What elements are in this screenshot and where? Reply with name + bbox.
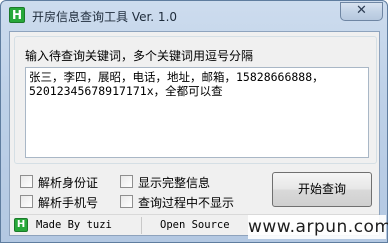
status-source: Open Source <box>160 219 230 231</box>
parse-phone-label: 解析手机号 <box>38 196 99 210</box>
app-window: H 开房信息查询工具 Ver. 1.0 ✕ 输入待查询关键词，多个关键词用逗号分… <box>0 0 388 243</box>
parse-phone-checkbox[interactable]: 解析手机号 <box>20 194 98 210</box>
parse-id-checkbox[interactable]: 解析身份证 <box>20 174 98 190</box>
hide-process-checkbox[interactable]: 查询过程中不显示 <box>120 194 234 210</box>
title-bar[interactable]: H 开房信息查询工具 Ver. 1.0 ✕ <box>1 1 388 31</box>
keywords-textarea[interactable]: 张三，李四，展昭，电话，地址，邮箱，15828666888， 520123456… <box>25 67 369 158</box>
window-title: 开房信息查询工具 Ver. 1.0 <box>32 10 178 24</box>
keyword-prompt-label: 输入待查询关键词，多个关键词用逗号分隔 <box>25 49 254 63</box>
keyword-group: 输入待查询关键词，多个关键词用逗号分隔 张三，李四，展昭，电话，地址，邮箱，15… <box>14 36 377 164</box>
start-query-button[interactable]: 开始查询 <box>272 172 372 207</box>
status-app-icon: H <box>14 218 28 232</box>
checkbox-box[interactable] <box>120 175 133 188</box>
show-full-label: 显示完整信息 <box>138 176 211 190</box>
app-icon: H <box>9 7 25 23</box>
checkbox-box[interactable] <box>20 195 33 208</box>
checkbox-box[interactable] <box>20 175 33 188</box>
status-divider <box>141 217 142 234</box>
close-button[interactable]: ✕ <box>340 2 383 21</box>
parse-id-label: 解析身份证 <box>38 176 99 190</box>
status-author: Made By tuzi <box>36 219 112 231</box>
watermark-text: www.arpun.com <box>248 215 388 239</box>
show-full-checkbox[interactable]: 显示完整信息 <box>120 174 210 190</box>
hide-process-label: 查询过程中不显示 <box>138 196 235 210</box>
client-area: 输入待查询关键词，多个关键词用逗号分隔 张三，李四，展昭，电话，地址，邮箱，15… <box>9 31 380 236</box>
checkbox-box[interactable] <box>120 195 133 208</box>
